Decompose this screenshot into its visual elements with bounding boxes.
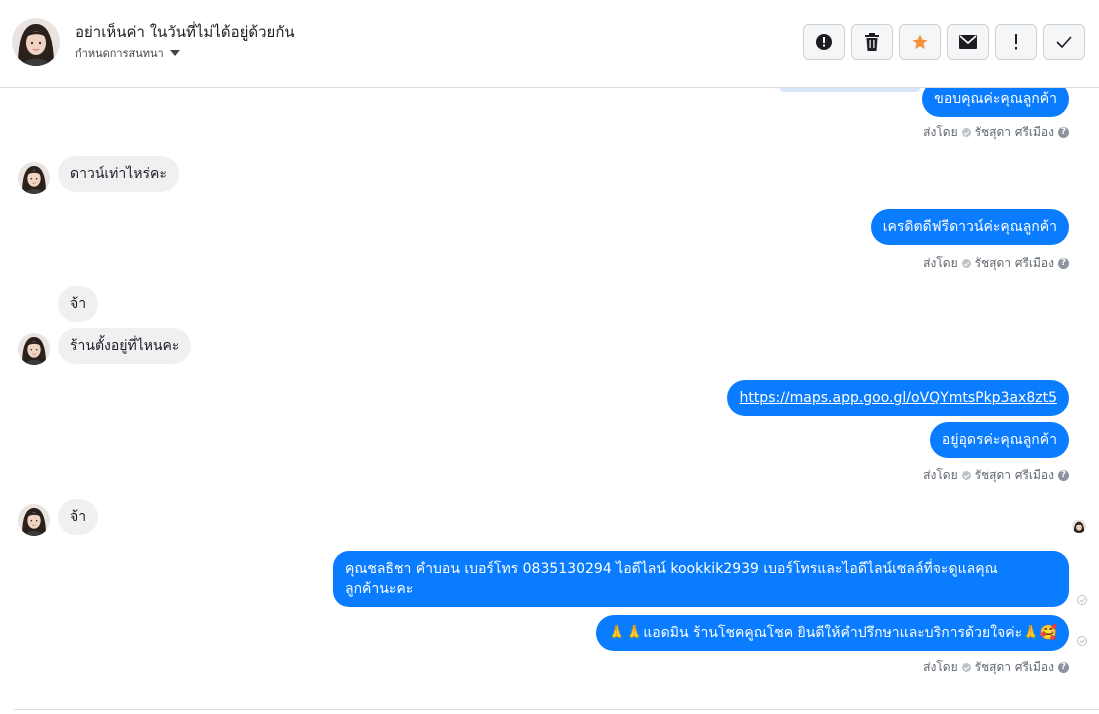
delete-button[interactable] [851, 24, 893, 60]
sent-by-label: ส่งโดย [923, 256, 958, 270]
mail-button[interactable] [947, 24, 989, 60]
sent-by-info: ส่งโดย รัชสุดา ศรีเมือง ? [923, 123, 1069, 142]
verified-icon [961, 128, 971, 137]
agent-name: รัชสุดา ศรีเมือง [974, 125, 1054, 139]
exclamation-icon [1015, 34, 1017, 50]
agent-name: รัชสุดา ศรีเมือง [974, 256, 1054, 270]
conversation-schedule-dropdown[interactable]: กำหนดการสนทนา [75, 44, 180, 62]
composer-divider [14, 709, 1099, 710]
chevron-down-icon [169, 50, 180, 56]
verified-icon [961, 259, 971, 268]
contact-avatar-small [18, 333, 50, 365]
message-text: จ้า [70, 509, 87, 525]
sent-by-label: ส่งโดย [923, 660, 958, 674]
incoming-message[interactable]: ดาวน์เท่าไหร่คะ [58, 156, 179, 192]
sent-by-info: ส่งโดย รัชสุดา ศรีเมือง ? [923, 466, 1069, 485]
message-text: ร้านตั้งอยู่ที่ไหนคะ [70, 338, 180, 354]
mark-important-button[interactable] [995, 24, 1037, 60]
contact-avatar[interactable] [12, 18, 60, 66]
trash-icon [865, 33, 879, 51]
verified-icon [961, 663, 971, 672]
outgoing-message[interactable]: เครดิตดีฟรีดาวน์ค่ะคุณลูกค้า [870, 209, 1069, 245]
maps-link[interactable]: https://maps.app.goo.gl/oVQYmtsPkp3ax8zt… [739, 390, 1057, 406]
message-text: ดาวน์เท่าไหร่คะ [70, 166, 167, 182]
alert-button[interactable] [803, 24, 845, 60]
read-receipt-avatar [1072, 519, 1086, 533]
mark-done-button[interactable] [1043, 24, 1085, 60]
outgoing-message[interactable]: ขอบคุณค่ะคุณลูกค้า [922, 88, 1069, 117]
sent-by-label: ส่งโดย [923, 468, 958, 482]
alert-icon [816, 34, 832, 50]
message-text-line: ลูกค้านะคะ [345, 581, 414, 597]
help-icon[interactable]: ? [1058, 662, 1069, 673]
help-icon[interactable]: ? [1058, 258, 1069, 269]
contact-avatar-small [18, 162, 50, 194]
message-text: จ้า [70, 296, 87, 312]
outgoing-message[interactable]: 🙏🙏แอดมิน ร้านโชคคูณโชค ยินดีให้คำปรึกษาแ… [596, 615, 1069, 651]
help-icon[interactable]: ? [1058, 127, 1069, 138]
conversation-schedule-label: กำหนดการสนทนา [75, 47, 164, 60]
incoming-message[interactable]: จ้า [58, 286, 99, 322]
message-text-line: คุณชลธิชา คำบอน เบอร์โทร 0835130294 ไอดี… [345, 561, 998, 577]
help-icon[interactable]: ? [1058, 470, 1069, 481]
agent-name: รัชสุดา ศรีเมือง [974, 468, 1054, 482]
sent-by-label: ส่งโดย [923, 125, 958, 139]
star-button[interactable] [899, 24, 941, 60]
delivered-check-icon [1077, 595, 1087, 605]
message-thread[interactable]: ขอบคุณค่ะคุณลูกค้า ส่งโดย รัชสุดา ศรีเมื… [0, 88, 1099, 714]
contact-avatar-small [18, 504, 50, 536]
star-icon [912, 34, 928, 50]
message-text: เครดิตดีฟรีดาวน์ค่ะคุณลูกค้า [882, 219, 1057, 235]
message-text: ขอบคุณค่ะคุณลูกค้า [934, 91, 1057, 107]
outgoing-message[interactable]: คุณชลธิชา คำบอน เบอร์โทร 0835130294 ไอดี… [333, 551, 1069, 607]
verified-icon [961, 471, 971, 480]
delivered-check-icon [1077, 636, 1087, 646]
sent-by-info: ส่งโดย รัชสุดา ศรีเมือง ? [923, 254, 1069, 273]
contact-name[interactable]: อย่าเห็นค่า ในวันที่ไม่ได้อยู่ด้วยกัน [75, 20, 295, 44]
previous-message-edge [780, 88, 920, 92]
outgoing-link-message[interactable]: https://maps.app.goo.gl/oVQYmtsPkp3ax8zt… [727, 380, 1069, 416]
mail-icon [959, 35, 977, 49]
message-text: 🙏🙏แอดมิน ร้านโชคคูณโชค ยินดีให้คำปรึกษาแ… [608, 625, 1057, 641]
check-icon [1056, 36, 1072, 48]
agent-name: รัชสุดา ศรีเมือง [974, 660, 1054, 674]
conversation-header: อย่าเห็นค่า ในวันที่ไม่ได้อยู่ด้วยกัน กำ… [0, 0, 1099, 88]
sent-by-info: ส่งโดย รัชสุดา ศรีเมือง ? [923, 658, 1069, 677]
incoming-message[interactable]: จ้า [58, 499, 99, 535]
message-text: อยู่อุดรค่ะคุณลูกค้า [941, 432, 1057, 448]
incoming-message[interactable]: ร้านตั้งอยู่ที่ไหนคะ [58, 328, 192, 364]
outgoing-message[interactable]: อยู่อุดรค่ะคุณลูกค้า [929, 422, 1069, 458]
